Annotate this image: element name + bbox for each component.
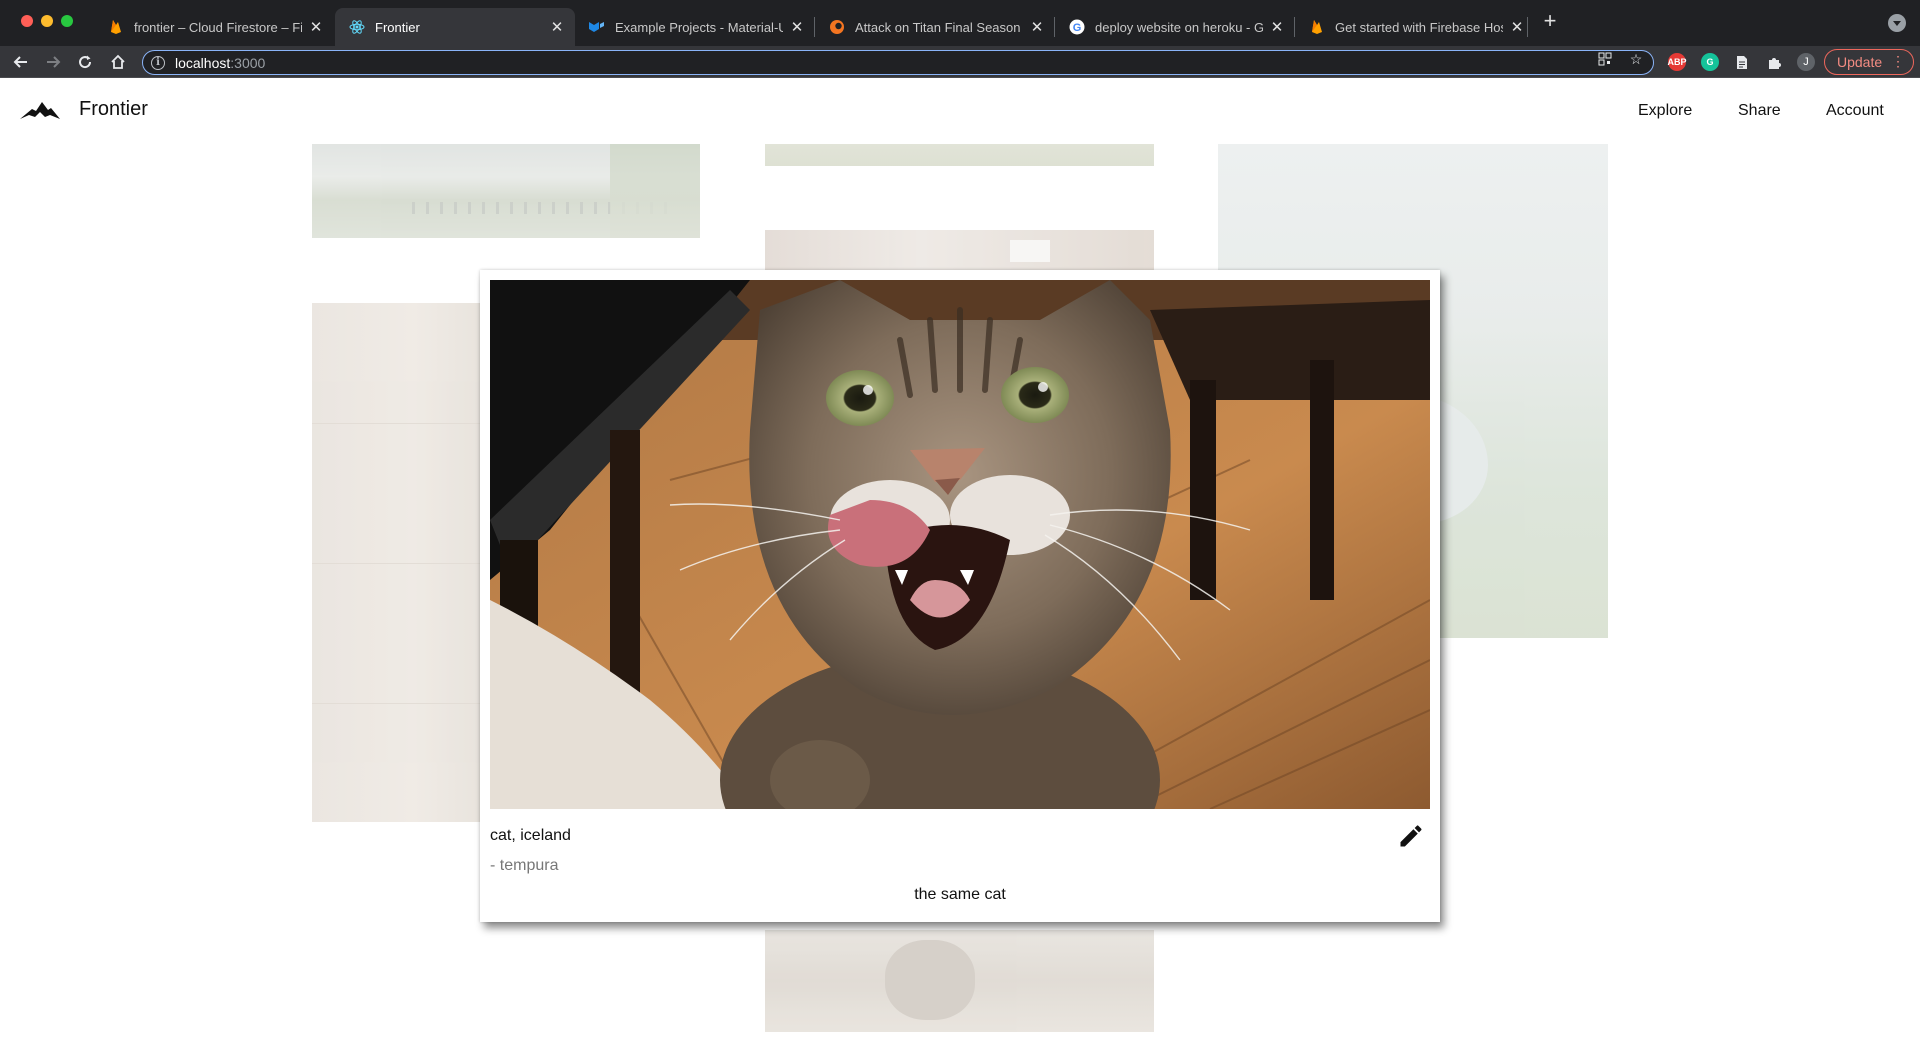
tab-search-button[interactable] xyxy=(1888,14,1906,32)
update-label: Update xyxy=(1837,54,1883,70)
gallery-photo-grass[interactable] xyxy=(765,144,1154,166)
tab-title: Attack on Titan Final Season Ep xyxy=(855,19,1023,35)
back-arrow-icon xyxy=(13,56,27,68)
url-host: localhost xyxy=(175,54,231,71)
profile-avatar[interactable]: J xyxy=(1797,53,1815,71)
svg-text:G: G xyxy=(1073,22,1082,34)
new-tab-button[interactable]: + xyxy=(1539,10,1561,33)
photo-title: cat, iceland xyxy=(490,827,571,844)
puzzle-icon[interactable] xyxy=(1765,53,1783,71)
qr-code-icon[interactable] xyxy=(1596,50,1614,68)
nav-explore[interactable]: Explore xyxy=(1638,102,1692,120)
minimize-window-button[interactable] xyxy=(41,15,53,27)
page-content: Frontier Explore Share Account cat, icel… xyxy=(0,78,1920,1054)
tab-title: Get started with Firebase Hosti xyxy=(1335,19,1503,35)
browser-tab-bar: frontier – Cloud Firestore – Fire ✕ Fron… xyxy=(0,0,1920,46)
site-info-icon[interactable]: i xyxy=(151,55,165,70)
close-window-button[interactable] xyxy=(21,15,33,27)
reload-button[interactable] xyxy=(73,50,97,74)
gallery-photo-waterfall[interactable] xyxy=(312,144,700,238)
gallery-photo-cat[interactable] xyxy=(765,930,1154,1032)
photo-detail-modal: cat, iceland - tempura the same cat xyxy=(480,270,1440,922)
nav-account[interactable]: Account xyxy=(1826,102,1884,120)
document-icon[interactable] xyxy=(1733,53,1751,71)
home-button[interactable] xyxy=(106,50,130,74)
material-ui-icon xyxy=(589,19,605,35)
mountain-logo-icon[interactable] xyxy=(20,99,60,121)
address-bar[interactable]: i localhost:3000 xyxy=(142,50,1654,75)
close-icon[interactable]: ✕ xyxy=(1269,19,1285,36)
grammarly-icon[interactable]: G xyxy=(1701,53,1719,71)
tab-divider xyxy=(1527,17,1528,37)
photo-detail xyxy=(312,703,482,704)
url-port: :3000 xyxy=(230,54,266,71)
photo-detail xyxy=(610,144,700,238)
firebase-icon xyxy=(108,19,124,35)
photo-author: - tempura xyxy=(490,857,559,874)
photo-detail xyxy=(885,940,975,1020)
tab-title: deploy website on heroku - Go xyxy=(1095,19,1263,35)
bookmark-star-icon[interactable]: ☆ xyxy=(1627,50,1645,68)
tab-title: frontier – Cloud Firestore – Fire xyxy=(134,19,302,35)
home-icon xyxy=(111,54,125,69)
nav-share[interactable]: Share xyxy=(1738,102,1781,120)
close-icon[interactable]: ✕ xyxy=(1509,19,1525,36)
forward-arrow-icon xyxy=(47,56,61,68)
close-icon[interactable]: ✕ xyxy=(308,19,324,36)
adblock-icon[interactable]: ABP xyxy=(1668,53,1687,71)
cat-photo xyxy=(490,280,1430,809)
react-icon xyxy=(349,19,365,35)
gallery-photo-floor[interactable] xyxy=(312,303,482,822)
tab-frontier[interactable]: Frontier ✕ xyxy=(335,8,575,46)
tab-firestore[interactable]: frontier – Cloud Firestore – Fire ✕ xyxy=(94,8,334,46)
back-button[interactable] xyxy=(9,50,33,74)
app-header: Frontier Explore Share Account xyxy=(0,78,1920,142)
photo-detail xyxy=(312,423,482,424)
google-icon: G xyxy=(1069,19,1085,35)
firebase-icon xyxy=(1309,19,1325,35)
photo-detail xyxy=(1010,240,1050,262)
tab-firebase-hosting[interactable]: Get started with Firebase Hosti ✕ xyxy=(1295,8,1535,46)
tab-material-ui[interactable]: Example Projects - Material-UI ✕ xyxy=(575,8,815,46)
close-icon[interactable]: ✕ xyxy=(789,19,805,36)
update-button[interactable]: Update ⋮ xyxy=(1824,49,1914,75)
browser-toolbar: i localhost:3000 ☆ ABP G J Update ⋮ xyxy=(0,46,1920,78)
tab-attack-on-titan[interactable]: Attack on Titan Final Season Ep ✕ xyxy=(815,8,1055,46)
photo-detail xyxy=(312,563,482,564)
close-icon[interactable]: ✕ xyxy=(549,19,565,36)
edit-pencil-icon[interactable] xyxy=(1397,822,1425,850)
maximize-window-button[interactable] xyxy=(61,15,73,27)
reload-icon xyxy=(79,55,92,69)
photo-caption: the same cat xyxy=(914,886,1006,903)
tab-title: Example Projects - Material-UI xyxy=(615,19,783,35)
close-icon[interactable]: ✕ xyxy=(1029,19,1045,36)
crunchyroll-icon xyxy=(829,19,845,35)
tab-google-heroku[interactable]: G deploy website on heroku - Go ✕ xyxy=(1055,8,1295,46)
brand-title[interactable]: Frontier xyxy=(79,98,148,121)
forward-button[interactable] xyxy=(41,50,65,74)
more-vert-icon[interactable]: ⋮ xyxy=(1891,53,1905,70)
tab-title: Frontier xyxy=(375,19,420,35)
